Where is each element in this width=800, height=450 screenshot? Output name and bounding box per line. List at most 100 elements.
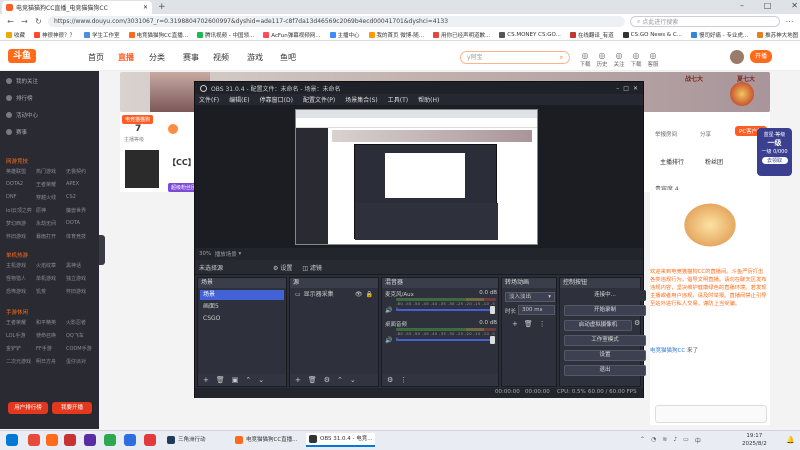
sidebar-game-link[interactable]: 怪物猎人 — [6, 275, 36, 282]
close-window-icon[interactable]: ✕ — [791, 1, 798, 10]
sidebar-game-link[interactable]: 明日方舟 — [36, 358, 66, 365]
menu-icon[interactable]: ⋮ — [539, 320, 546, 328]
browser-search[interactable]: ⌕ 点此进行搜索 — [630, 16, 780, 27]
claim-button[interactable]: 去领取 — [761, 157, 788, 164]
site-nav-2[interactable]: 分类 — [149, 52, 165, 63]
like-icon[interactable] — [168, 124, 178, 134]
sidebar-game-link[interactable]: 永劫无间 — [36, 220, 66, 227]
sidebar-game-link[interactable]: 单机游戏 — [36, 275, 66, 282]
site-search-input[interactable]: y阿宝 ⌕ — [460, 51, 570, 64]
obs-menu-item[interactable]: 工具(T) — [388, 95, 408, 104]
sidebar-game-link[interactable]: DOTA2 — [6, 181, 36, 188]
header-icon-item[interactable]: ◎ 下载 — [629, 51, 643, 68]
bookmark-item[interactable]: 神很神很？？ — [34, 31, 75, 39]
sidebar-game-link[interactable]: 梦幻西游 — [6, 220, 36, 227]
site-nav-5[interactable]: 游戏 — [247, 52, 263, 63]
bookmark-item[interactable]: 电竞猫猫狗CC直播... — [128, 31, 188, 39]
sidebar-game-link[interactable]: 蛋仔派对 — [66, 358, 96, 365]
sidebar-game-link[interactable]: 原神 — [36, 207, 66, 214]
taskbar-app-icon[interactable] — [46, 434, 58, 446]
search-icon[interactable]: ⌕ — [560, 52, 563, 63]
exit-button[interactable]: 退出 — [564, 365, 646, 376]
obs-menu-item[interactable]: 配置文件(P) — [303, 95, 335, 104]
sidebar-game-link[interactable]: 独立游戏 — [66, 275, 96, 282]
site-nav-6[interactable]: 鱼吧 — [280, 52, 296, 63]
bookmark-item[interactable]: 收藏 — [6, 31, 25, 39]
open-stream-button[interactable]: 开播 — [750, 50, 772, 63]
sidebar-game-link[interactable]: 魔兽世界 — [66, 207, 96, 214]
sidebar-game-link[interactable]: 王者荣耀 — [36, 181, 66, 188]
visibility-eye-icon[interactable]: 👁 — [355, 290, 363, 300]
move-up-icon[interactable]: ⌃ — [245, 376, 251, 384]
sidebar-game-link[interactable]: LOL手游 — [6, 332, 36, 339]
obs-maximize-icon[interactable]: □ — [623, 85, 629, 92]
header-icon-item[interactable]: ◎ 历史 — [595, 51, 609, 68]
settings-gear-icon[interactable]: ⚙ — [324, 376, 330, 384]
bookmark-item[interactable]: AcFun弹幕视频网... — [263, 31, 321, 39]
desktop-speaker-icon[interactable]: 🔊 — [385, 337, 392, 344]
sidebar-game-link[interactable]: 金铲铲 — [6, 345, 36, 352]
move-down-icon[interactable]: ⌄ — [350, 376, 356, 384]
reload-icon[interactable]: ↻ — [34, 17, 43, 26]
sidebar-game-link[interactable]: APEX — [66, 181, 96, 188]
move-down-icon[interactable]: ⌄ — [258, 376, 264, 384]
share-link[interactable]: 分享 — [700, 130, 711, 138]
maximize-icon[interactable]: □ — [764, 1, 772, 10]
report-link[interactable]: 举报房间 — [655, 130, 677, 138]
sidebar-game-link[interactable]: 无畏契约 — [66, 168, 96, 175]
network-icon[interactable]: ◔ — [651, 436, 656, 445]
mic-slider-handle[interactable] — [490, 306, 495, 314]
taskbar-app-icon[interactable] — [64, 434, 76, 446]
taskbar-app-icon[interactable] — [28, 434, 40, 446]
sidebar-item[interactable]: 赛事 — [6, 128, 27, 136]
sidebar-game-link[interactable]: QQ飞车 — [66, 332, 96, 339]
bookmark-item[interactable]: 推苏神大地图 - 网... — [757, 31, 800, 39]
chat-input[interactable] — [655, 405, 767, 423]
bookmark-item[interactable]: 在线翻译_有道 — [569, 31, 614, 39]
transition-select[interactable]: 淡入淡出 ▾ — [505, 292, 555, 302]
sidebar-game-link[interactable]: 恐怖游戏 — [6, 288, 36, 295]
obs-menu-item[interactable]: 场景集合(S) — [345, 95, 378, 104]
obs-menu-item[interactable]: 编辑(E) — [229, 95, 249, 104]
start-stream-button[interactable]: 我要开播 — [52, 402, 92, 414]
obs-window[interactable]: OBS 31.0.4 - 配置文件：未命名 - 场景：未命名 – □ ✕ 文件(… — [194, 81, 646, 398]
studio-mode-button[interactable]: 工作室模式 — [564, 335, 646, 346]
sidebar-game-link[interactable]: 怀旧游戏 — [66, 288, 96, 295]
mic-speaker-icon[interactable]: 🔊 — [385, 307, 392, 314]
sidebar-game-link[interactable]: 二次元游戏 — [6, 358, 36, 365]
header-icon-item[interactable]: ◎ 客服 — [646, 51, 660, 68]
obs-menu-item[interactable]: 帮助(H) — [418, 95, 439, 104]
rank-tab-fans[interactable]: 粉丝团 — [705, 157, 723, 166]
scene-item[interactable]: CSGO — [200, 314, 284, 324]
header-icon-item[interactable]: ◎ 关注 — [612, 51, 626, 68]
sidebar-item[interactable]: 活动中心 — [6, 111, 38, 119]
forward-icon[interactable]: → — [20, 17, 29, 26]
bookmark-item[interactable]: CS.MONEY CS:GO... — [499, 31, 561, 38]
bookmark-item[interactable]: 学生工作室 — [84, 31, 120, 39]
close-tab-icon[interactable]: ✕ — [143, 4, 148, 11]
sidebar-game-link[interactable]: 王者荣耀 — [6, 319, 36, 326]
advanced-audio-icon[interactable]: ⚙ — [387, 376, 393, 384]
sidebar-game-link[interactable]: 穿越火线 — [36, 194, 66, 201]
taskbar-app-icon[interactable] — [84, 434, 96, 446]
scene-item[interactable]: 场景 — [200, 290, 284, 300]
desktop-volume-slider[interactable] — [396, 339, 494, 341]
sidebar-game-link[interactable]: 和平精英 — [36, 319, 66, 326]
sidebar-item[interactable]: 我的关注 — [6, 77, 38, 85]
sidebar-game-link[interactable]: 黑神话 — [66, 262, 96, 269]
remove-icon[interactable]: 🗑 — [308, 376, 317, 384]
filters-button[interactable]: ◫ 滤镜 — [302, 263, 322, 272]
sidebar-game-link[interactable]: 暴雨打开 — [36, 233, 66, 240]
chevron-up-icon[interactable]: ⌃ — [640, 436, 645, 445]
sidebar-game-link[interactable]: DOTA — [66, 220, 96, 227]
bookmark-item[interactable]: 用你已经声明道歉... — [433, 31, 490, 39]
site-nav-3[interactable]: 赛事 — [183, 52, 199, 63]
sidebar-game-link[interactable]: 英雄联盟 — [6, 168, 36, 175]
battery-icon[interactable]: ▭ — [683, 436, 689, 445]
sidebar-game-link[interactable]: CODM手游 — [66, 345, 96, 352]
sidebar-game-link[interactable]: 使命召唤 — [36, 332, 66, 339]
sidebar-item[interactable]: 排行榜 — [6, 94, 33, 102]
duration-input[interactable]: 300 ms — [518, 305, 555, 315]
mixer-menu-icon[interactable]: ⋮ — [400, 376, 407, 384]
taskbar-app-browser[interactable]: 电竞猫猫狗CC直播... — [232, 433, 300, 447]
